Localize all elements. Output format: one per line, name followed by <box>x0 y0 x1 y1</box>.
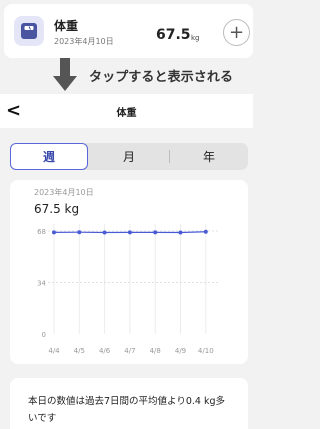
page-title: 体重 <box>116 108 137 119</box>
scale-icon <box>14 16 44 46</box>
x-tick-label: 4/10 <box>198 347 214 355</box>
x-tick-label: 4/6 <box>99 347 111 355</box>
data-point[interactable] <box>77 230 82 235</box>
tab-year[interactable]: 年 <box>170 143 248 170</box>
data-point[interactable] <box>178 230 183 235</box>
x-tick-label: 4/7 <box>124 347 135 355</box>
add-button[interactable]: + <box>223 19 250 46</box>
x-tick-label: 4/5 <box>74 347 85 355</box>
description-text: 本日の数値は過去7日間の平均値より0.4 kg多いです <box>28 396 226 424</box>
weight-summary-card[interactable]: 体重 2023年4月10日 67.5 kg + <box>4 4 253 58</box>
weight-line-chart: 0 34 68 4/4 4/5 4/6 4/7 4/8 4/9 4/10 <box>37 224 220 355</box>
summary-date: 2023年4月10日 <box>54 37 114 46</box>
data-point[interactable] <box>153 230 158 235</box>
data-point[interactable] <box>102 230 107 235</box>
page-header: < 体重 <box>0 94 253 128</box>
tab-week[interactable]: 週 <box>10 143 88 170</box>
hint-text: タップすると表示される <box>89 70 234 85</box>
data-point[interactable] <box>203 229 208 234</box>
summary-value: 67.5 <box>156 27 191 43</box>
x-tick-label: 4/9 <box>175 347 186 355</box>
x-tick-label: 4/4 <box>48 347 60 355</box>
y-tick-label: 68 <box>37 228 46 236</box>
x-tick-label: 4/8 <box>150 347 161 355</box>
y-tick-label: 0 <box>42 331 46 339</box>
y-tick-label: 34 <box>37 280 46 288</box>
data-point[interactable] <box>127 230 132 235</box>
tab-month[interactable]: 月 <box>90 143 168 170</box>
summary-label: 体重 <box>54 19 79 33</box>
summary-unit: kg <box>191 34 200 42</box>
chart-card: 2023年4月10日 67.5 kg 0 34 68 4/4 4/5 4/6 4/7 4/8 4… <box>10 180 248 364</box>
description-card: 本日の数値は過去7日間の平均値より0.4 kg多いです <box>10 378 248 429</box>
period-segmented-control: 週 月 年 <box>10 143 248 170</box>
arrow-down-icon <box>53 58 77 96</box>
data-point[interactable] <box>52 230 56 235</box>
